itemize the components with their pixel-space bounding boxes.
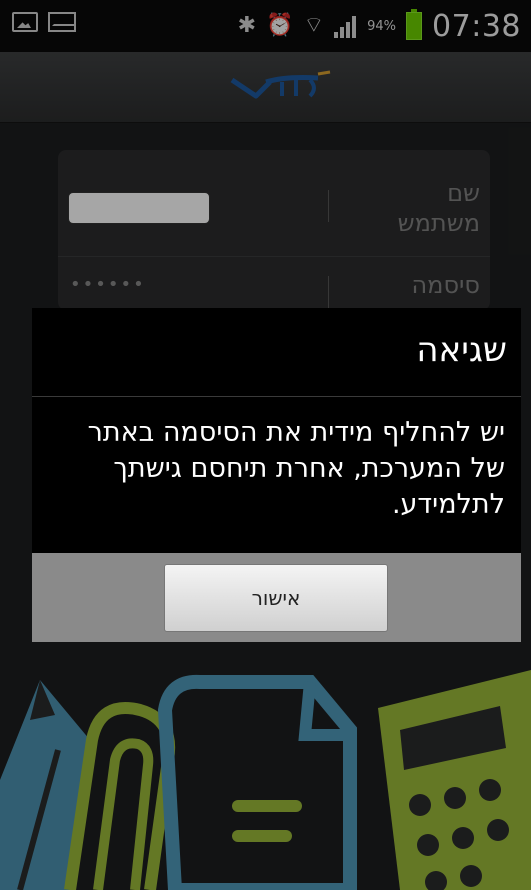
dialog-body: יש להחליף מידית את הסיסמה באתר של המערכת…: [32, 397, 521, 553]
dialog-message: יש להחליף מידית את הסיסמה באתר של המערכת…: [87, 417, 505, 520]
dialog-header: שגיאה: [32, 308, 521, 397]
error-dialog: שגיאה יש להחליף מידית את הסיסמה באתר של …: [32, 308, 521, 642]
ok-button[interactable]: אישור: [164, 564, 388, 632]
dialog-footer: אישור: [32, 553, 521, 642]
dialog-title: שגיאה: [416, 330, 507, 370]
